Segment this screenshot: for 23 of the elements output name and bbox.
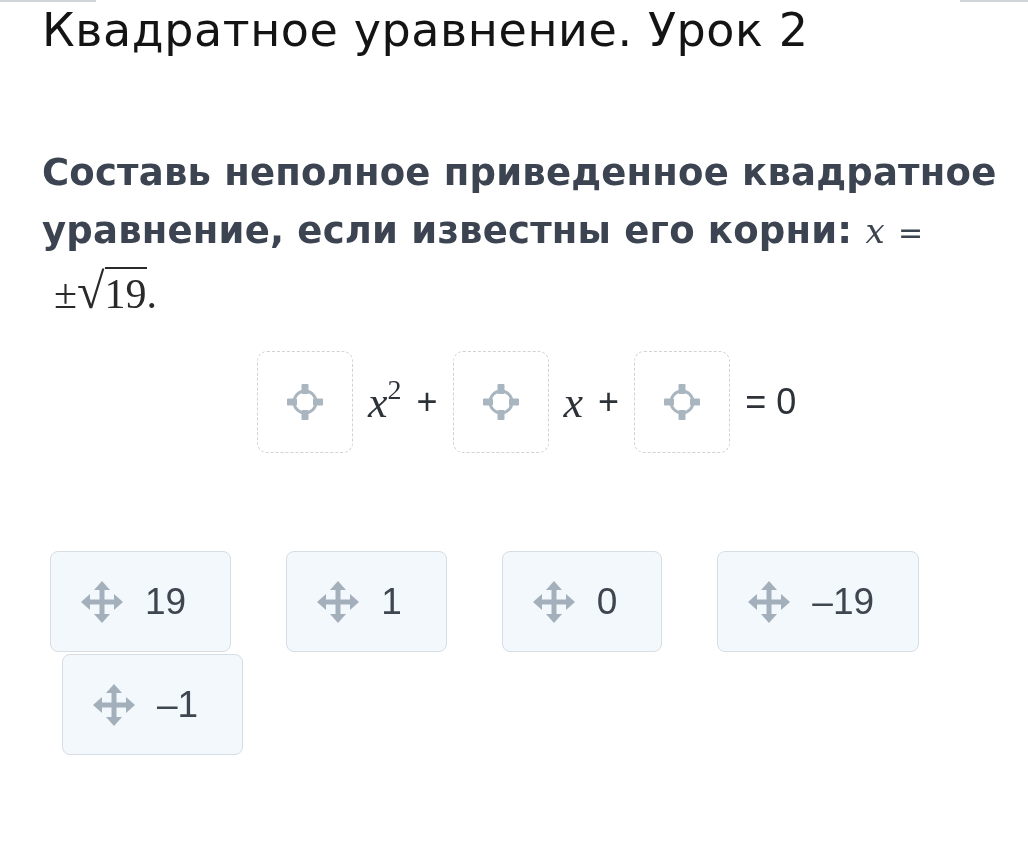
equation-text: = 0 [745,381,797,423]
draggable-answer-chip[interactable]: 0 [501,551,663,652]
target-icon [482,384,519,420]
draggable-answer-chip[interactable]: –1 [62,654,244,755]
drop-zone[interactable] [452,351,549,453]
move-arrows-icon [532,580,575,623]
target-icon [287,384,323,420]
equation-text: + [598,381,620,423]
draggable-answer-chip[interactable]: 19 [50,551,232,652]
math-term: x [563,376,584,428]
move-arrows-icon [317,580,360,623]
draggable-answer-chip[interactable]: –19 [717,551,920,652]
lesson-title: Квадратное уравнение. Урок 2 [42,2,810,56]
math-term: x$^{2}$ [368,376,402,428]
move-arrows-icon [93,683,135,726]
equation-text: + [416,381,438,423]
target-icon [664,384,701,420]
drop-zone[interactable] [257,351,353,453]
move-arrows-icon [81,580,123,623]
move-arrows-icon [748,580,791,623]
drop-zone[interactable] [634,351,731,453]
draggable-answer-chip[interactable]: 1 [286,551,447,652]
question-text: Составь неполное приведенное квадратное уравнение, если известны его корни: x = ±√19. [42,150,998,321]
